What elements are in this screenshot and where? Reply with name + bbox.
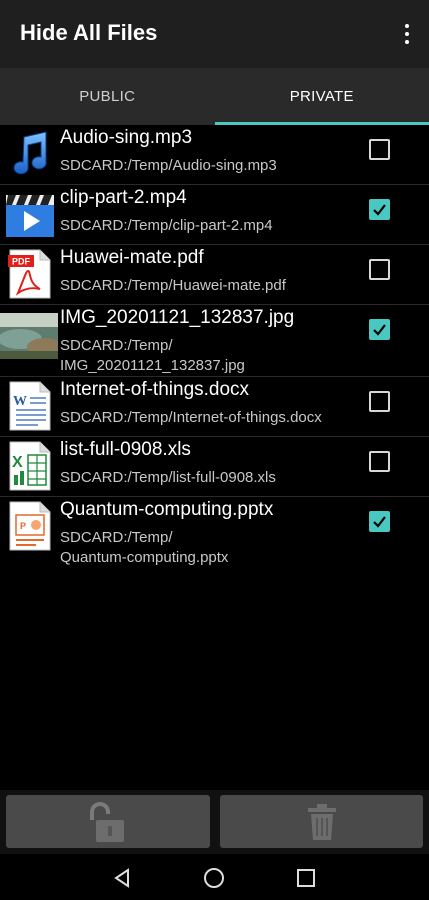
back-icon[interactable]: [110, 866, 134, 890]
select-checkbox[interactable]: [369, 259, 390, 280]
file-name: Audio-sing.mp3: [60, 127, 193, 148]
overflow-menu-icon[interactable]: [397, 20, 417, 48]
home-icon[interactable]: [202, 866, 226, 890]
app-bar: Hide All Files: [0, 0, 429, 68]
tab-private[interactable]: PRIVATE: [214, 68, 429, 125]
image-thumbnail: [0, 313, 63, 359]
file-row[interactable]: Audio-sing.mp3 SDCARD:/Temp/Audio-sing.m…: [0, 125, 429, 185]
word-file-icon: W: [6, 381, 54, 431]
select-checkbox[interactable]: [369, 391, 390, 412]
file-path: SDCARD:/Temp/list-full-0908.xls: [60, 469, 276, 486]
file-row[interactable]: clip-part-2.mp4 SDCARD:/Temp/clip-part-2…: [0, 185, 429, 245]
svg-text:P: P: [20, 521, 26, 531]
file-name: Huawei-mate.pdf: [60, 247, 204, 268]
svg-text:PDF: PDF: [12, 257, 31, 267]
file-list: Audio-sing.mp3 SDCARD:/Temp/Audio-sing.m…: [0, 125, 429, 569]
video-clapper-icon: [6, 189, 54, 239]
file-path: SDCARD:/Temp/Huawei-mate.pdf: [60, 277, 286, 294]
select-checkbox[interactable]: [369, 451, 390, 472]
unlock-icon: [90, 801, 124, 842]
action-bar: [0, 790, 429, 854]
tab-public[interactable]: PUBLIC: [0, 68, 215, 125]
delete-button[interactable]: [220, 795, 423, 848]
svg-text:X: X: [12, 454, 23, 471]
file-path: SDCARD:/Temp/Internet-of-things.docx: [60, 409, 322, 426]
file-row[interactable]: IMG_20201121_132837.jpg SDCARD:/Temp/ IM…: [0, 305, 429, 377]
file-path: SDCARD:/Temp/Audio-sing.mp3: [60, 157, 277, 174]
tab-bar: PUBLIC PRIVATE: [0, 68, 429, 125]
file-name: Internet-of-things.docx: [60, 379, 250, 400]
file-path: SDCARD:/Temp/ IMG_20201121_132837.jpg: [60, 337, 245, 374]
file-row[interactable]: X list-full-0908.xls SDCARD:/Temp/list-f…: [0, 437, 429, 497]
file-row[interactable]: P Quantum-computing.pptx SDCARD:/Temp/ Q…: [0, 497, 429, 569]
pdf-file-icon: PDF: [6, 249, 54, 299]
unhide-button[interactable]: [6, 795, 210, 848]
file-name: Quantum-computing.pptx: [60, 499, 274, 520]
trash-icon: [307, 803, 336, 840]
app-title: Hide All Files: [20, 20, 158, 45]
file-path: SDCARD:/Temp/ Quantum-computing.pptx: [60, 529, 229, 566]
select-checkbox[interactable]: [369, 139, 390, 160]
excel-file-icon: X: [6, 441, 54, 491]
file-row[interactable]: PDF Huawei-mate.pdf SDCARD:/Temp/Huawei-…: [0, 245, 429, 305]
select-checkbox[interactable]: [369, 511, 390, 532]
file-row[interactable]: W Internet-of-things.docx SDCARD:/Temp/I…: [0, 377, 429, 437]
svg-text:W: W: [13, 394, 27, 409]
file-path: SDCARD:/Temp/clip-part-2.mp4: [60, 217, 273, 234]
recents-icon[interactable]: [294, 866, 318, 890]
select-checkbox[interactable]: [369, 199, 390, 220]
music-note-icon: [6, 129, 54, 179]
file-name: clip-part-2.mp4: [60, 187, 187, 208]
powerpoint-file-icon: P: [6, 501, 54, 551]
file-name: IMG_20201121_132837.jpg: [60, 307, 295, 328]
file-name: list-full-0908.xls: [60, 439, 191, 460]
system-nav-bar: [0, 854, 429, 900]
select-checkbox[interactable]: [369, 319, 390, 340]
